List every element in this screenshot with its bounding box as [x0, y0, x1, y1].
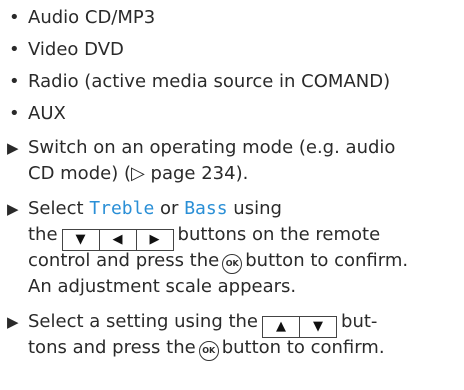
list-item-label: Video DVD [28, 39, 124, 60]
step-arrow-icon: ▶ [7, 200, 19, 218]
step-word: using [233, 198, 282, 219]
treble-option: Treble [89, 198, 155, 219]
bullet-dot: • [9, 7, 20, 28]
ok-button-icon: OK [198, 341, 219, 361]
down-arrow-icon: ▼ [299, 317, 336, 337]
step-text-continued: An adjustment scale appears. [28, 276, 297, 297]
step-arrow-icon: ▶ [7, 313, 19, 331]
step-word: buttons on the remote [177, 224, 381, 245]
list-item-label: Audio CD/MP3 [28, 7, 156, 28]
ok-button-icon: OK [222, 254, 243, 274]
step-arrow-icon: ▶ [7, 139, 19, 157]
step-word: control and press the [28, 250, 220, 271]
step-word: but- [341, 311, 378, 332]
step-word: button to confirm. [245, 250, 409, 271]
step-word: Select [28, 198, 84, 219]
bass-option: Bass [184, 198, 228, 219]
step-text-continued: CD mode) (▷ page 234). [28, 163, 249, 184]
step-text: Select a setting using the ▲ ▼ but- [28, 309, 377, 338]
step-word: the [28, 224, 58, 245]
step-word: or [160, 198, 179, 219]
step-word: button to confirm. [221, 337, 385, 358]
down-arrow-icon: ▼ [75, 232, 86, 247]
up-arrow-icon: ▲ [276, 319, 287, 334]
list-item-label: AUX [28, 103, 66, 124]
step-word: Select a setting using the [28, 311, 259, 332]
step-text-continued: the ▼ ◀ ▶ buttons on the remote [28, 222, 381, 251]
left-arrow-icon: ◀ [98, 230, 136, 250]
step-word: tons and press the [28, 337, 196, 358]
step-text: Select Treble or Bass using [28, 196, 282, 222]
bullet-dot: • [9, 71, 20, 92]
bullet-dot: • [9, 39, 20, 60]
right-arrow-icon: ▶ [135, 230, 173, 250]
bullet-dot: • [9, 103, 20, 124]
step-text: Switch on an operating mode (e.g. audio [28, 137, 396, 158]
list-item-label: Radio (active media source in COMAND) [28, 71, 391, 92]
manual-page: • Audio CD/MP3 • Video DVD • Radio (acti… [0, 0, 464, 390]
step-text-continued: control and press the OK button to confirm… [28, 248, 408, 274]
step-text-continued: tons and press the OK button to confirm. [28, 335, 385, 361]
